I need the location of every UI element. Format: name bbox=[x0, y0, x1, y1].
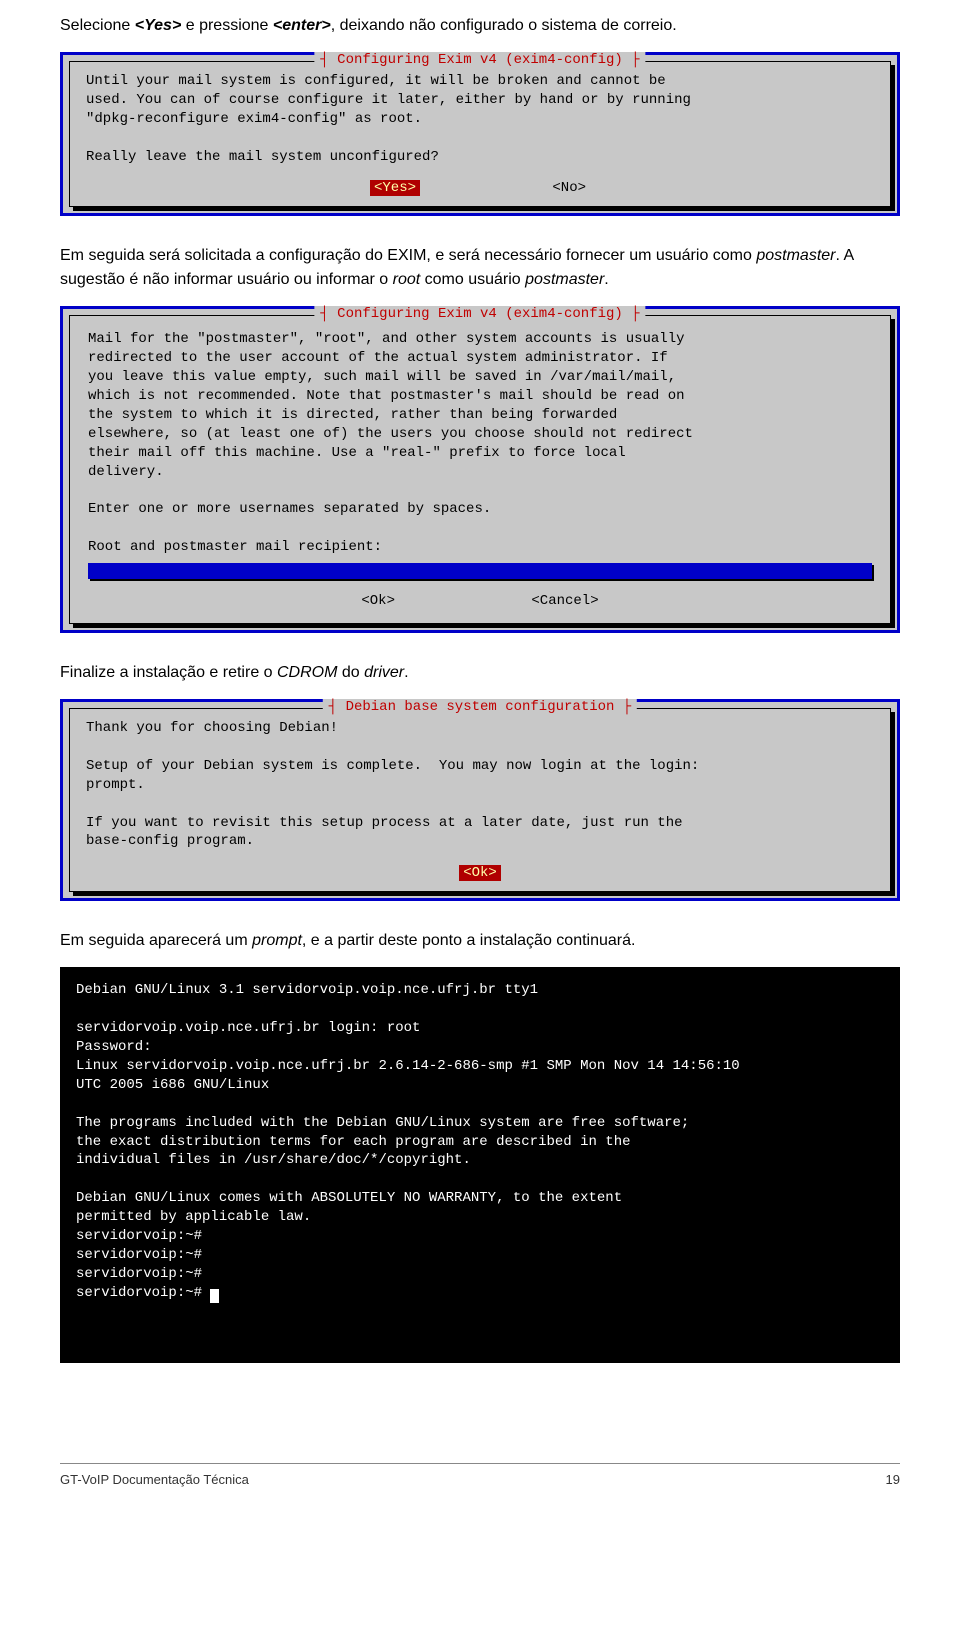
dialog-base-config: ┤ Debian base system configuration ├ Tha… bbox=[60, 699, 900, 901]
text-yes: <Yes> bbox=[135, 17, 182, 34]
paragraph-prompt: Em seguida aparecerá um prompt, e a part… bbox=[60, 929, 900, 953]
cancel-button[interactable]: <Cancel> bbox=[527, 593, 602, 609]
paragraph-select-yes: Selecione <Yes> e pressione <enter>, dei… bbox=[60, 14, 900, 38]
paragraph-finalize: Finalize a instalação e retire o CDROM d… bbox=[60, 661, 900, 685]
page-footer: GT-VoIP Documentação Técnica 19 bbox=[60, 1463, 900, 1507]
dialog-body: Mail for the "postmaster", "root", and o… bbox=[88, 330, 872, 557]
text-prompt: prompt bbox=[252, 932, 302, 949]
footer-title: GT-VoIP Documentação Técnica bbox=[60, 1472, 249, 1487]
text: Finalize a instalação e retire o bbox=[60, 664, 277, 681]
dialog-exim-recipient: ┤ Configuring Exim v4 (exim4-config) ├ M… bbox=[60, 306, 900, 633]
text: Em seguida será solicitada a configuraçã… bbox=[60, 247, 756, 264]
dialog-title: ┤ Debian base system configuration ├ bbox=[323, 699, 637, 715]
ok-button[interactable]: <Ok> bbox=[459, 865, 501, 881]
text-driver: driver bbox=[364, 664, 404, 681]
text: como usuário bbox=[420, 271, 525, 288]
dialog-body: Thank you for choosing Debian! Setup of … bbox=[86, 719, 874, 851]
dialog-body: Until your mail system is configured, it… bbox=[86, 72, 874, 166]
cursor-icon bbox=[210, 1289, 219, 1303]
dialog-exim-confirm: ┤ Configuring Exim v4 (exim4-config) ├ U… bbox=[60, 52, 900, 216]
text: Em seguida aparecerá um bbox=[60, 932, 252, 949]
text: Selecione bbox=[60, 17, 135, 34]
ok-button[interactable]: <Ok> bbox=[357, 593, 399, 609]
no-button[interactable]: <No> bbox=[548, 180, 590, 196]
paragraph-exim-config: Em seguida será solicitada a configuraçã… bbox=[60, 244, 900, 292]
text: e pressione bbox=[181, 17, 273, 34]
text-cdrom: CDROM bbox=[277, 664, 337, 681]
text: . bbox=[404, 664, 408, 681]
text-postmaster: postmaster bbox=[756, 247, 835, 264]
terminal-text: Debian GNU/Linux 3.1 servidorvoip.voip.n… bbox=[76, 982, 740, 1300]
dialog-title: ┤ Configuring Exim v4 (exim4-config) ├ bbox=[314, 52, 645, 68]
recipient-input[interactable] bbox=[88, 563, 872, 579]
text: , e a partir deste ponto a instalação co… bbox=[302, 932, 636, 949]
page-number: 19 bbox=[886, 1472, 900, 1487]
text-postmaster2: postmaster bbox=[525, 271, 604, 288]
text: , deixando não configurado o sistema de … bbox=[331, 17, 677, 34]
text: do bbox=[337, 664, 364, 681]
dialog-title: ┤ Configuring Exim v4 (exim4-config) ├ bbox=[314, 306, 645, 322]
terminal-output: Debian GNU/Linux 3.1 servidorvoip.voip.n… bbox=[60, 967, 900, 1362]
yes-button[interactable]: <Yes> bbox=[370, 180, 420, 196]
text-root: root bbox=[393, 271, 421, 288]
text: . bbox=[604, 271, 608, 288]
text-enter: <enter> bbox=[273, 17, 331, 34]
